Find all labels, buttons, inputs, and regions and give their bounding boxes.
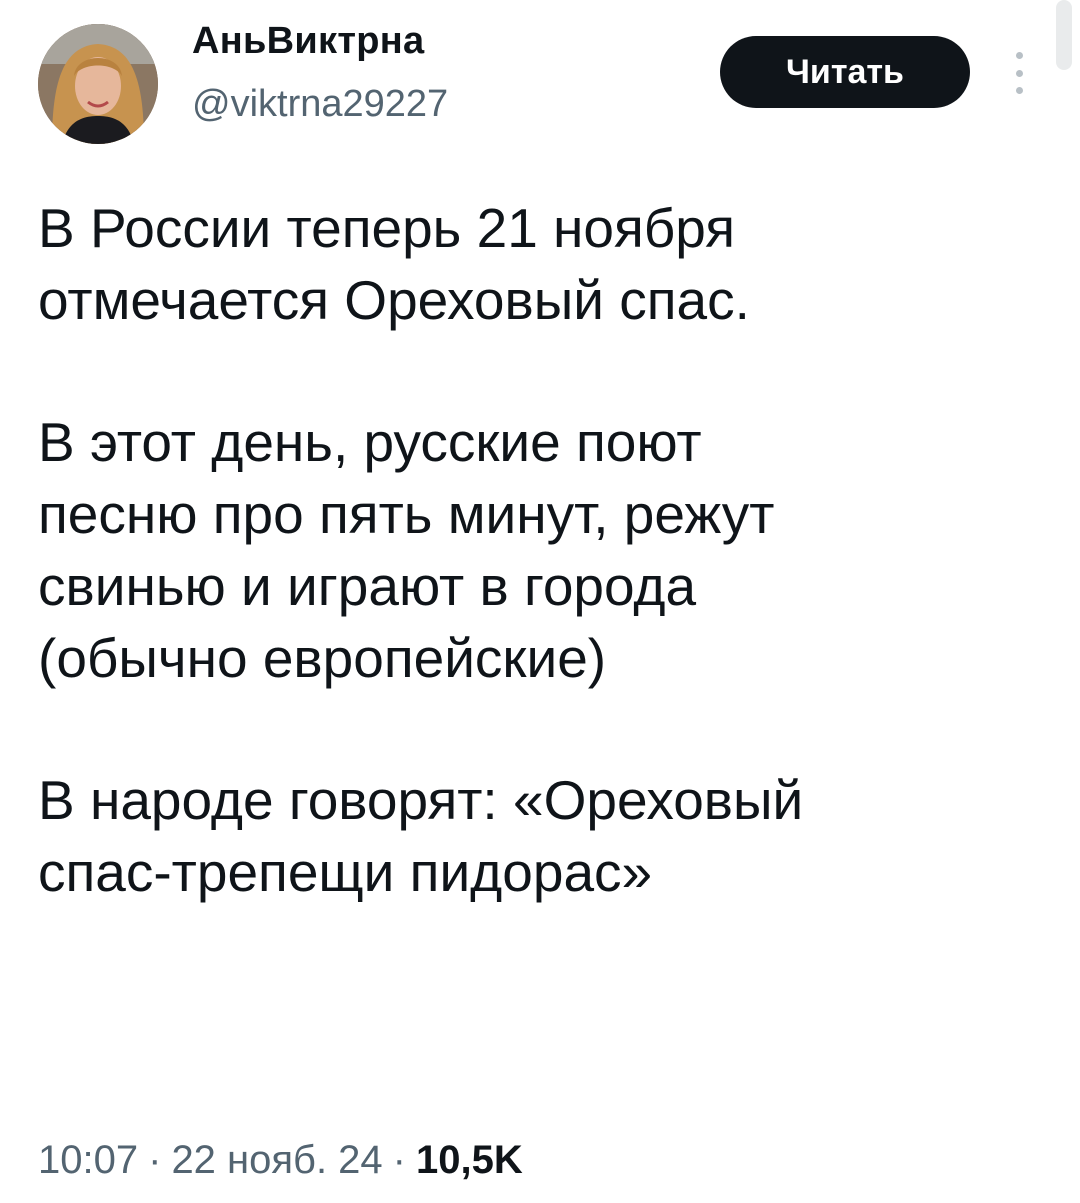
vertical-dots-icon xyxy=(1015,52,1023,59)
tweet-time[interactable]: 10:07 xyxy=(38,1138,138,1182)
tweet-paragraph: В народе говорят: «Ореховый спас-трепещи… xyxy=(38,769,804,903)
author-username[interactable]: @viktrna29227 xyxy=(192,83,448,126)
scrollbar[interactable] xyxy=(1056,0,1072,70)
tweet-text: В России теперь 21 ноября отмечается Оре… xyxy=(38,192,1048,908)
vertical-dots-icon xyxy=(1015,69,1023,77)
meta-separator: · xyxy=(392,1138,406,1182)
meta-separator: · xyxy=(148,1138,162,1182)
author-display-name[interactable]: АньВиктрна xyxy=(192,20,424,63)
tweet-paragraph: В России теперь 21 ноября отмечается Оре… xyxy=(38,197,750,331)
tweet-date[interactable]: 22 нояб. 24 xyxy=(171,1138,382,1182)
tweet-paragraph: В этот день, русские поют песню про пять… xyxy=(38,411,775,689)
vertical-dots-icon xyxy=(1015,87,1023,94)
follow-button[interactable]: Читать xyxy=(720,36,970,108)
tweet-meta: 10:07 · 22 нояб. 24 · 10,5K xyxy=(38,1138,523,1183)
view-count: 10,5K xyxy=(416,1138,523,1182)
user-avatar-photo-icon xyxy=(38,24,158,144)
avatar[interactable] xyxy=(38,24,158,144)
more-options-button[interactable] xyxy=(1006,52,1032,94)
